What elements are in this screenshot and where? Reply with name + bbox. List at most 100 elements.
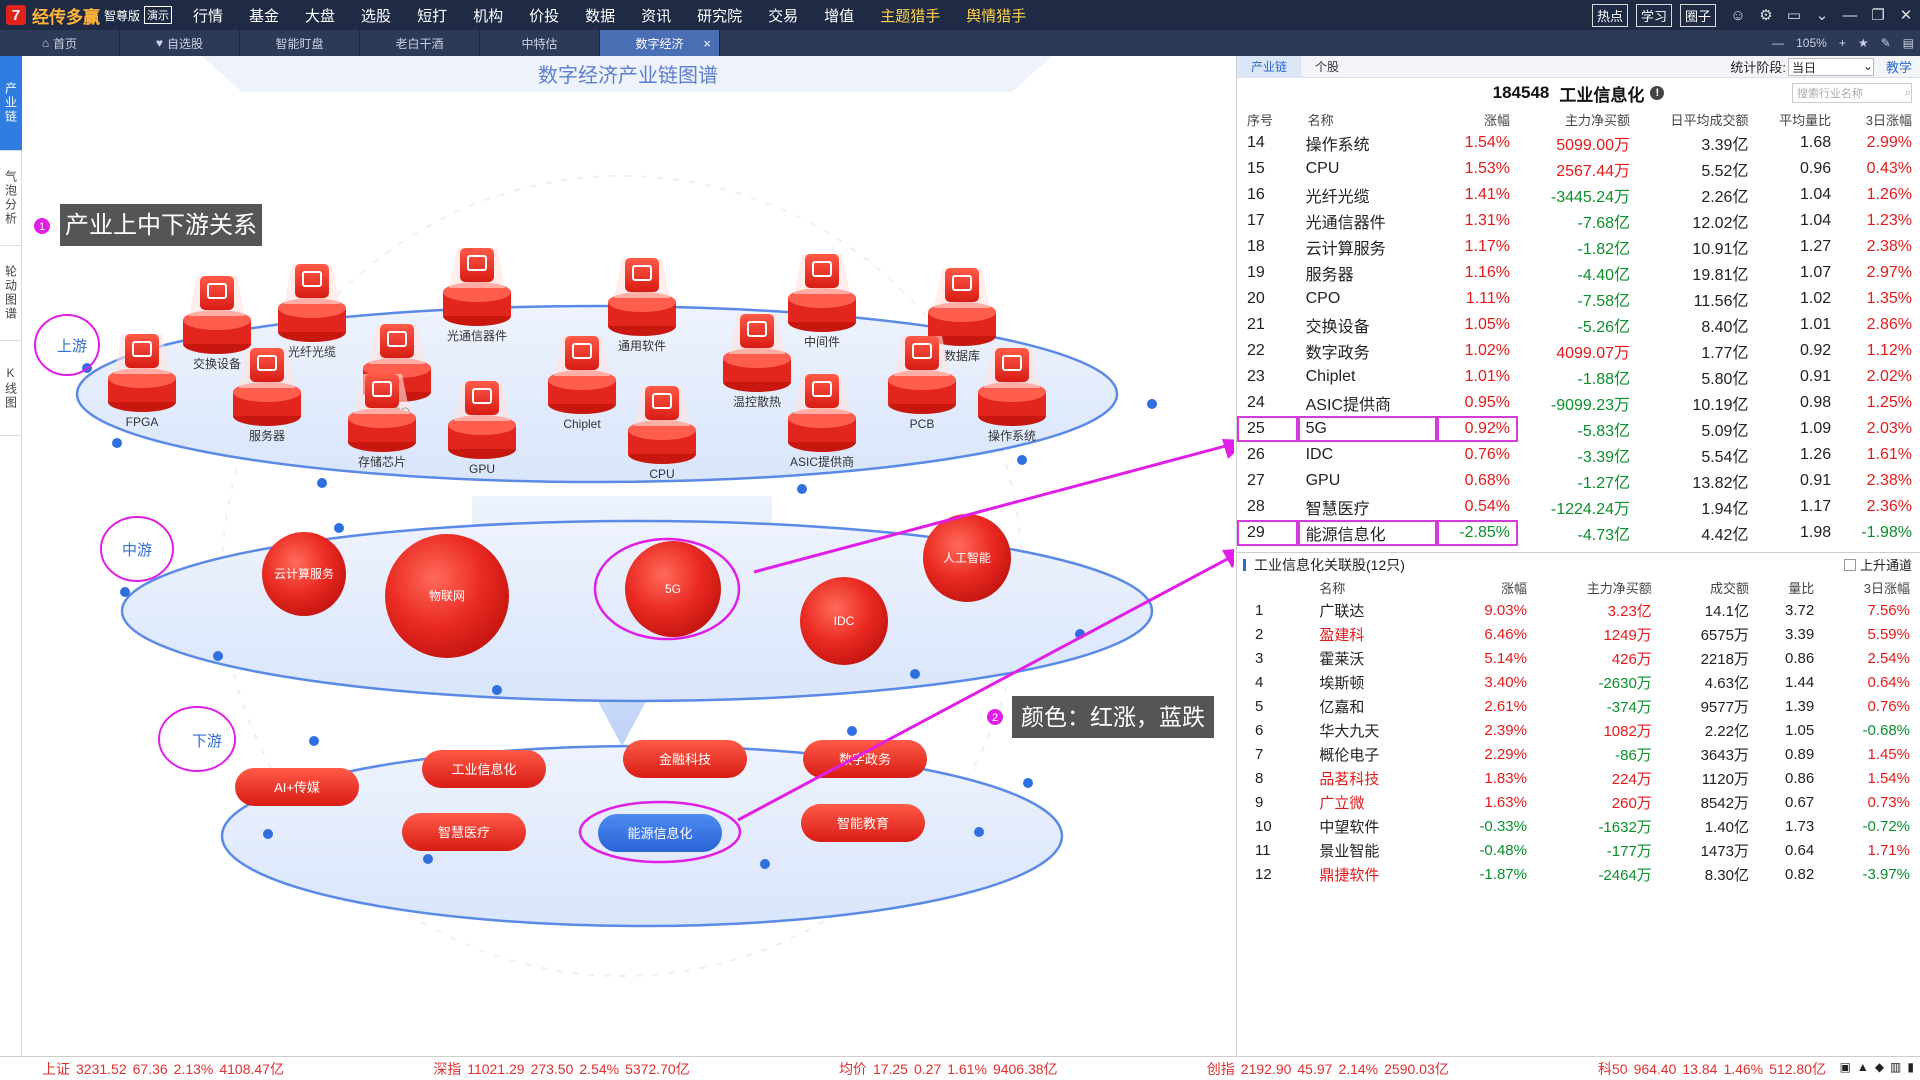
midstream-node[interactable]: IDC (800, 577, 888, 665)
downstream-node[interactable]: 能源信息化 (598, 814, 722, 852)
table-row[interactable]: 18 云计算服务 1.17% -1.82亿 10.91亿 1.27 2.38% (1237, 234, 1920, 260)
star-icon[interactable]: ★ (1858, 36, 1869, 50)
menu-item[interactable]: 短打 (404, 5, 460, 26)
upstream-node[interactable]: 通用软件 (608, 258, 676, 353)
save-icon[interactable]: ▣ (1840, 1060, 1851, 1074)
menu-item[interactable]: 大盘 (292, 5, 348, 26)
info-icon[interactable]: ! (1650, 86, 1665, 100)
menu-item[interactable]: 主题猎手 (867, 5, 953, 26)
top-button[interactable]: 学习 (1635, 3, 1672, 27)
col-header[interactable]: 3日涨幅 (1839, 108, 1920, 130)
stock-row[interactable]: 4 埃斯顿 3.40% -2630万 4.63亿 1.44 0.64% (1237, 670, 1920, 694)
side-tab[interactable]: 产业链 (0, 56, 22, 151)
close-icon[interactable]: ✕ (1892, 6, 1920, 24)
stock-row[interactable]: 10 中望软件 -0.33% -1632万 1.40亿 1.73 -0.72% (1237, 814, 1920, 838)
table-row[interactable]: 26 IDC 0.76% -3.39亿 5.54亿 1.26 1.61% (1237, 442, 1920, 468)
tab-0[interactable]: ⌂ 首页 (0, 30, 120, 56)
stock-row[interactable]: 3 霍莱沃 5.14% 426万 2218万 0.86 2.54% (1237, 646, 1920, 670)
downstream-node[interactable]: 工业信息化 (422, 750, 546, 788)
table-row[interactable]: 23 Chiplet 1.01% -1.88亿 5.80亿 0.91 2.02% (1237, 364, 1920, 390)
midstream-node[interactable]: 物联网 (385, 534, 509, 658)
downstream-node[interactable]: 智能教育 (801, 804, 925, 842)
gear-icon[interactable]: ⚙ (1752, 6, 1780, 24)
index-ticker[interactable]: 均价 17.25 0.27 1.61% 9406.38亿 (831, 1059, 1072, 1079)
menu-item[interactable]: 机构 (460, 5, 516, 26)
menu-item[interactable]: 资讯 (628, 5, 684, 26)
chart-icon[interactable]: ▥ (1890, 1060, 1901, 1074)
midstream-node[interactable]: 5G (625, 541, 721, 637)
tab-2[interactable]: 智能盯盘 (240, 30, 360, 56)
stock-row[interactable]: 12 鼎捷软件 -1.87% -2464万 8.30亿 0.82 -3.97% (1237, 862, 1920, 886)
table-row[interactable]: 14 操作系统 1.54% 5099.00万 3.39亿 1.68 2.99% (1237, 130, 1920, 156)
stock-row[interactable]: 1 广联达 9.03% 3.23亿 14.1亿 3.72 7.56% (1237, 598, 1920, 622)
user-icon[interactable]: ☺ (1724, 7, 1752, 24)
table-row[interactable]: 28 智慧医疗 0.54% -1224.24万 1.94亿 1.17 2.36% (1237, 494, 1920, 520)
sector-search-input[interactable]: 搜索行业名称 ⌕ (1792, 83, 1912, 103)
top-button[interactable]: 热点 (1591, 3, 1628, 27)
table-row[interactable]: 25 5G 0.92% -5.83亿 5.09亿 1.09 2.03% (1237, 416, 1920, 442)
menu-item[interactable]: 数据 (572, 5, 628, 26)
upstream-node[interactable]: 光纤光缆 (278, 264, 346, 359)
signal-icon[interactable]: ▮ (1907, 1060, 1914, 1074)
menu-item[interactable]: 增值 (811, 5, 867, 26)
downstream-node[interactable]: AI+传媒 (235, 768, 359, 806)
side-tab[interactable]: 气泡分析 (0, 151, 22, 246)
menu-item[interactable]: 研究院 (684, 5, 755, 26)
stock-row[interactable]: 9 广立微 1.63% 260万 8542万 0.67 0.73% (1237, 790, 1920, 814)
col-header[interactable]: 涨幅 (1441, 576, 1537, 598)
tab-chain[interactable]: 产业链 (1237, 55, 1302, 78)
index-ticker[interactable]: 创指 2192.90 45.97 2.14% 2590.03亿 (1199, 1059, 1463, 1079)
tab-3[interactable]: 老白干酒 (360, 30, 480, 56)
rise-channel-checkbox[interactable]: 上升通道 (1843, 555, 1912, 574)
table-row[interactable]: 22 数字政务 1.02% 4099.07万 1.77亿 0.92 1.12% (1237, 338, 1920, 364)
menu-item[interactable]: 基金 (236, 5, 292, 26)
menu-item[interactable]: 选股 (348, 5, 404, 26)
downstream-node[interactable]: 金融科技 (623, 740, 747, 778)
layout-icon[interactable]: ▤ (1903, 36, 1914, 50)
col-header[interactable]: 主力净买额 (1518, 108, 1638, 130)
stock-row[interactable]: 11 景业智能 -0.48% -177万 1473万 0.64 1.71% (1237, 838, 1920, 862)
stock-row[interactable]: 8 品茗科技 1.83% 224万 1120万 0.86 1.54% (1237, 766, 1920, 790)
col-header[interactable]: 名称 (1311, 576, 1441, 598)
table-row[interactable]: 21 交换设备 1.05% -5.26亿 8.40亿 1.01 2.86% (1237, 312, 1920, 338)
table-row[interactable]: 17 光通信器件 1.31% -7.68亿 12.02亿 1.04 1.23% (1237, 208, 1920, 234)
period-select[interactable]: 当日 ⌄ (1787, 57, 1874, 76)
col-header[interactable]: 量比 (1759, 576, 1824, 598)
midstream-node[interactable]: 人工智能 (923, 514, 1011, 602)
teach-link[interactable]: 教学 (1886, 57, 1912, 76)
table-row[interactable]: 24 ASIC提供商 0.95% -9099.23万 10.19亿 0.98 1.25% (1237, 390, 1920, 416)
stock-row[interactable]: 2 盈建科 6.46% 1249万 6575万 3.39 5.59% (1237, 622, 1920, 646)
stock-row[interactable]: 7 概伦电子 2.29% -86万 3643万 0.89 1.45% (1237, 742, 1920, 766)
tab-1[interactable]: ♥ 自选股 (120, 30, 240, 56)
menu-item[interactable]: 行情 (180, 5, 236, 26)
table-row[interactable]: 15 CPU 1.53% 2567.44万 5.52亿 0.96 0.43% (1237, 156, 1920, 182)
tab-5[interactable]: 数字经济 × (600, 30, 720, 56)
bell-icon[interactable]: ▲ (1857, 1060, 1869, 1074)
downstream-node[interactable]: 智慧医疗 (402, 813, 526, 851)
minimize-icon[interactable]: — (1836, 7, 1864, 24)
table-row[interactable]: 20 CPO 1.11% -7.58亿 11.56亿 1.02 1.35% (1237, 286, 1920, 312)
index-ticker[interactable]: 上证 3231.52 67.36 2.13% 4108.47亿 (34, 1059, 298, 1079)
side-tab[interactable]: K线图 (0, 341, 22, 436)
menu-item[interactable]: 交易 (755, 5, 811, 26)
chevron-down-icon[interactable]: ⌄ (1808, 6, 1836, 24)
menu-item[interactable]: 价投 (516, 5, 572, 26)
table-row[interactable]: 29 能源信息化 -2.85% -4.73亿 4.42亿 1.98 -1.98% (1237, 520, 1920, 546)
col-header[interactable]: 主力净买额 (1537, 576, 1662, 598)
settings-icon[interactable]: ◆ (1875, 1060, 1884, 1074)
index-ticker[interactable]: 科50 964.40 13.84 1.46% 512.80亿 (1590, 1059, 1840, 1079)
col-header[interactable]: 名称 (1298, 108, 1438, 130)
table-row[interactable]: 16 光纤光缆 1.41% -3445.24万 2.26亿 1.04 1.26% (1237, 182, 1920, 208)
col-header[interactable]: 3日涨幅 (1824, 576, 1920, 598)
col-header[interactable]: 序号 (1237, 108, 1298, 130)
midstream-node[interactable]: 云计算服务 (262, 532, 346, 616)
menu-item[interactable]: 舆情猎手 (953, 5, 1039, 26)
col-header[interactable]: 日平均成交额 (1638, 108, 1756, 130)
top-button[interactable]: 圈子 (1679, 3, 1716, 27)
upstream-node[interactable]: 光通信器件 (443, 248, 511, 343)
demo-badge[interactable]: 演示 (144, 6, 173, 24)
col-header[interactable]: 平均量比 (1756, 108, 1839, 130)
zoom-in-button[interactable]: + (1839, 36, 1846, 50)
side-tab[interactable]: 轮动图谱 (0, 246, 22, 341)
stock-row[interactable]: 5 亿嘉和 2.61% -374万 9577万 1.39 0.76% (1237, 694, 1920, 718)
